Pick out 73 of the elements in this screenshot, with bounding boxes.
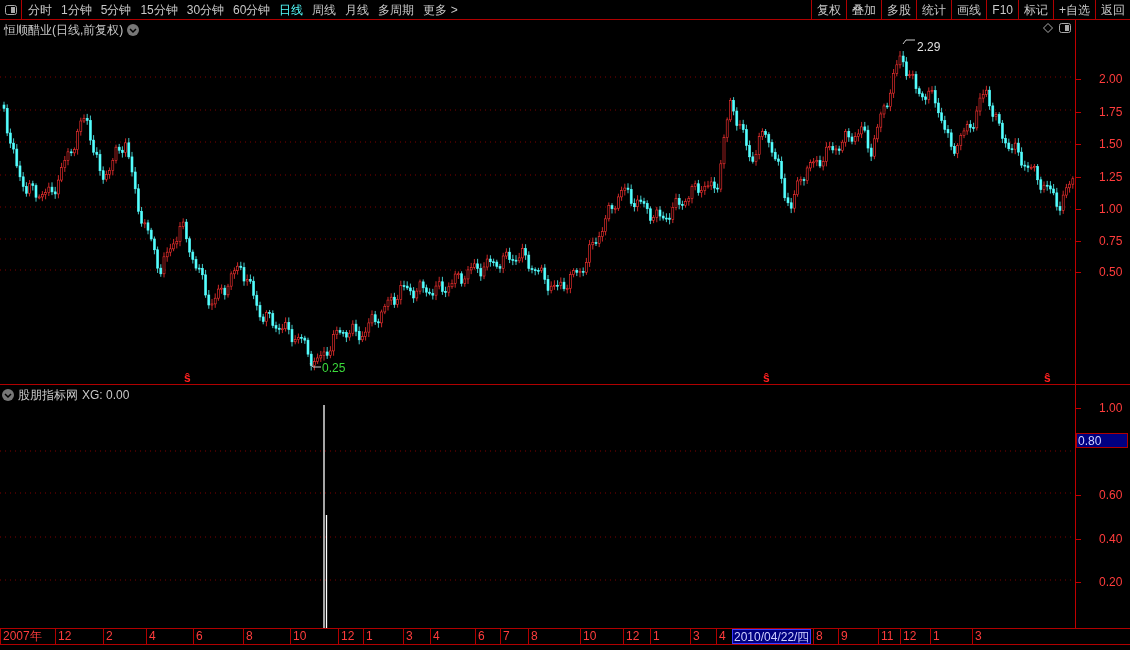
time-axis-label: 6 [475,629,485,644]
time-axis-label: 8 [528,629,538,644]
time-axis-label: 12 [900,629,917,644]
time-axis-label: 1 [930,629,940,644]
toolbar-button[interactable]: 标记 [1018,0,1053,20]
time-axis-label: 9 [838,629,848,644]
toolbar-button[interactable]: 统计 [916,0,952,20]
chart-title: 恒顺醋业(日线,前复权) [4,22,124,39]
time-axis-label: 1 [363,629,373,644]
time-axis-label: 11 [878,629,894,644]
time-axis-label: 2007年 [0,629,42,644]
toolbar-button[interactable]: 画线 [951,0,987,20]
time-axis-label: 10 [580,629,597,644]
toolbar-button[interactable]: +自选 [1053,0,1095,20]
indicator-name: 股朋指标网 [18,387,78,404]
period-tab[interactable]: 15分钟 [140,0,178,19]
indicator-axis-label: 0.60 [1099,487,1123,504]
time-axis-label: 3 [972,629,982,644]
price-axis-label: 0.75 [1099,233,1123,250]
period-tab[interactable]: 1分钟 [61,0,92,19]
toolbar-button[interactable]: 叠加 [846,0,882,20]
chevron-down-icon[interactable] [2,389,14,401]
time-axis-label: 12 [623,629,640,644]
leader-line [309,362,322,368]
period-tab[interactable]: 多周期 [378,0,415,19]
time-axis-label: 2 [103,629,113,644]
time-axis-label: 3 [403,629,413,644]
price-axis-label: 2.00 [1099,71,1123,88]
indicator-axis-label: 0.40 [1099,531,1123,548]
period-tab[interactable]: 60分钟 [233,0,271,19]
cursor-date-label: 2010/04/22/四 [732,629,812,644]
time-axis-label: 10 [290,629,307,644]
price-axis-label: 1.00 [1099,201,1123,218]
panel-toggle-icon[interactable] [1059,23,1071,33]
time-axis-label: 12 [55,629,72,644]
price-axis-label: 0.50 [1099,264,1123,281]
period-tab[interactable]: 月线 [345,0,370,19]
price-axis-label: 1.50 [1099,136,1123,153]
signal-marker: ŝ [184,370,191,387]
price-axis-label: 1.25 [1099,169,1123,186]
time-axis-label: 3 [690,629,700,644]
period-tab[interactable]: 30分钟 [186,0,225,19]
price-axis-label: 1.75 [1099,104,1123,121]
period-tab[interactable]: 日线 [279,0,304,19]
time-axis-label: 7 [500,629,510,644]
time-axis-label: 12 [338,629,355,644]
period-tab[interactable]: 分时 [28,0,52,19]
signal-marker: ŝ [1044,370,1051,387]
time-axis-label: 8 [813,629,823,644]
chevron-down-icon[interactable] [127,24,140,36]
period-tab[interactable]: 周线 [312,0,337,19]
time-axis-label: 8 [243,629,253,644]
leader-line [902,39,916,45]
signal-marker: ŝ [763,370,770,387]
toolbar-button[interactable]: 多股 [881,0,917,20]
panel-toggle-icon [4,5,17,15]
toolbar-button[interactable]: F10 [986,0,1018,20]
cursor-value-label: 0.80 [1076,433,1128,448]
high-price-label: 2.29 [917,39,941,56]
time-axis-label: 6 [193,629,203,644]
indicator-axis-label: 1.00 [1099,400,1123,417]
toolbar-button[interactable]: 返回 [1095,0,1130,20]
time-axis-label: 4 [430,629,440,644]
diamond-icon[interactable] [1043,23,1053,33]
time-axis-label: 4 [716,629,726,644]
toolbar-button[interactable]: 复权 [811,0,847,20]
low-price-label: 0.25 [322,360,346,377]
period-tab[interactable]: 更多 > [423,0,458,19]
time-axis-label: 4 [146,629,156,644]
indicator-value: XG: 0.00 [82,387,130,404]
indicator-axis-label: 0.20 [1099,574,1123,591]
time-axis-label: 1 [650,629,660,644]
period-tab[interactable]: 5分钟 [100,0,132,19]
